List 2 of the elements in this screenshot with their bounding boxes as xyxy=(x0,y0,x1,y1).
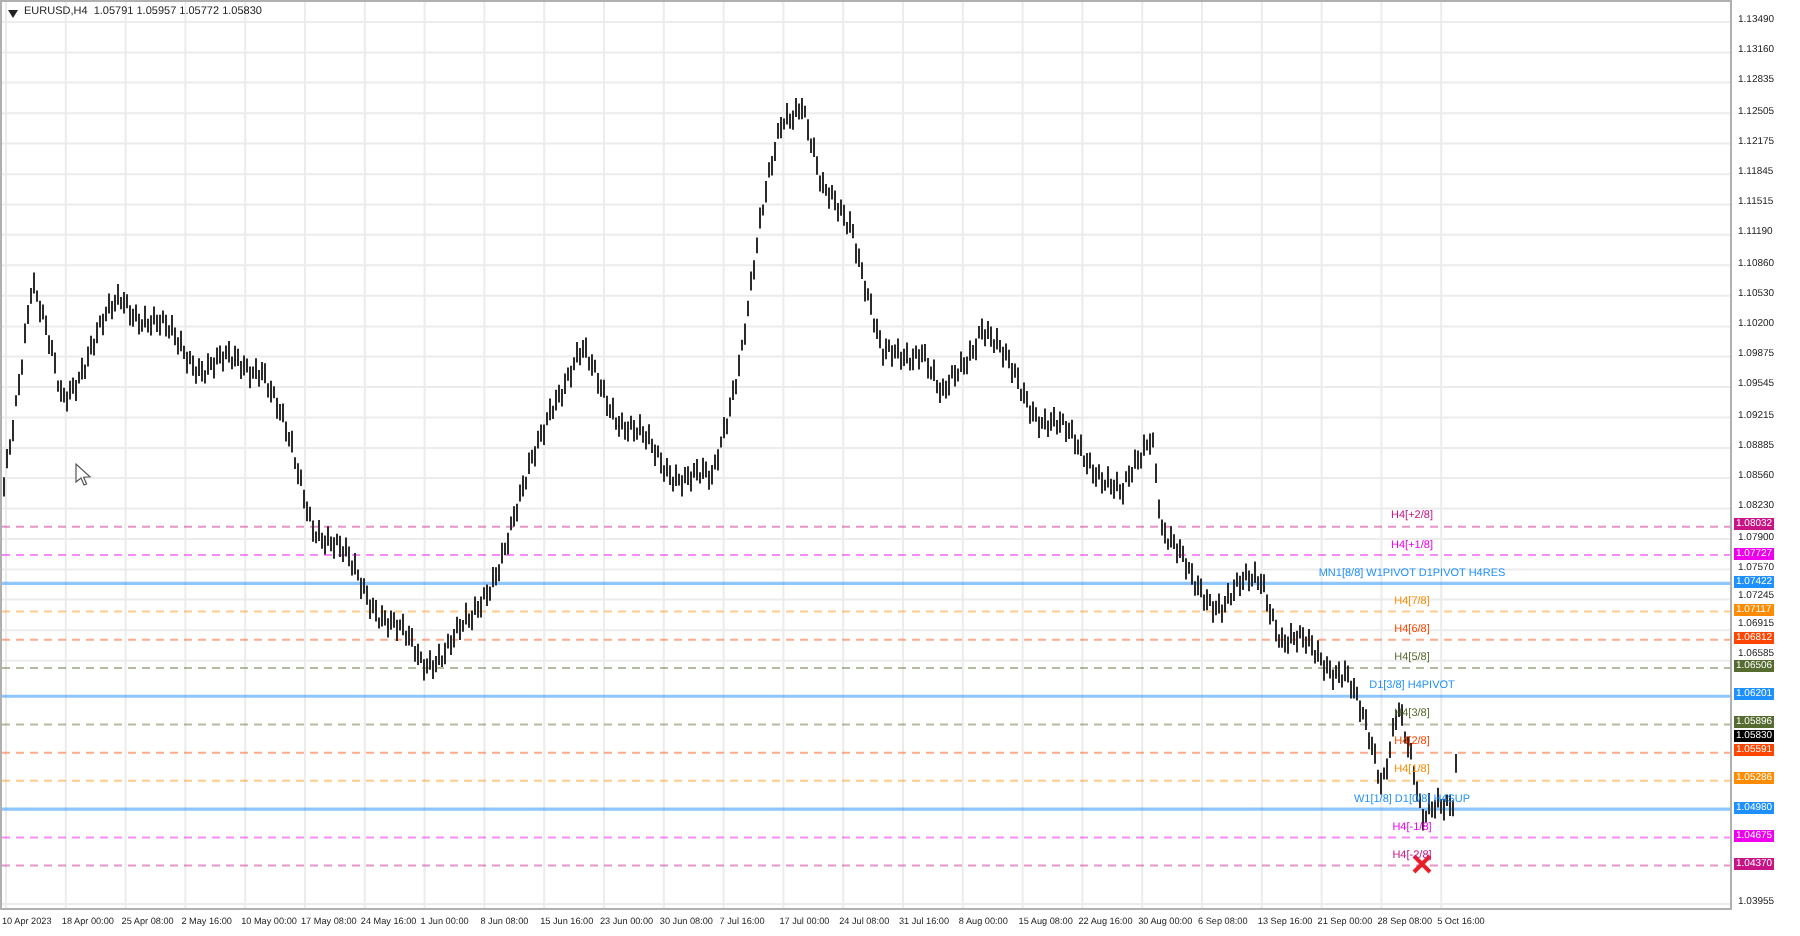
mouse-cursor-icon xyxy=(75,462,92,486)
triangle-icon[interactable] xyxy=(8,9,18,17)
